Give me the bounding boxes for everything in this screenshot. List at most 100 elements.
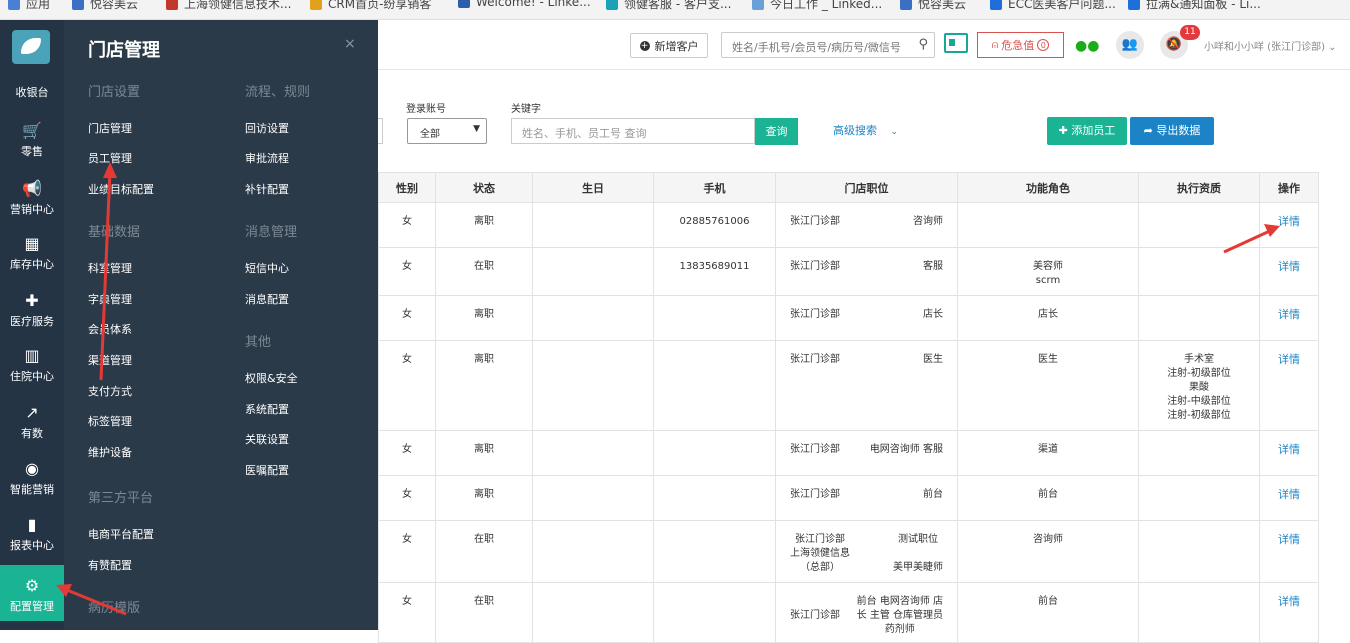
bookmark-item[interactable]: 今日工作 _ Linked... — [752, 0, 882, 12]
details-link[interactable]: 详情 — [1259, 247, 1319, 296]
plus-circle-icon: + — [639, 40, 650, 51]
cell-gender: 女 — [378, 520, 436, 583]
account-select[interactable]: 全部 ▼ — [407, 118, 487, 144]
cell-gender: 女 — [378, 295, 436, 341]
details-link[interactable]: 详情 — [1259, 520, 1319, 583]
bookmark-item[interactable]: Welcome! - Linke... — [458, 0, 591, 9]
rail-item[interactable]: ↗ 有数 — [0, 404, 64, 441]
role-name-line: 医生 — [1038, 354, 1058, 365]
new-customer-button[interactable]: + 新增客户 — [630, 33, 708, 58]
panel-link[interactable]: 短信中心 — [245, 260, 289, 276]
panel-link[interactable]: 有赞配置 — [88, 557, 132, 573]
details-link[interactable]: 详情 — [1259, 202, 1319, 248]
panel-link[interactable]: 审批流程 — [245, 150, 289, 166]
cell-status: 在职 — [435, 582, 533, 643]
app-logo[interactable] — [12, 30, 50, 64]
global-search-input[interactable]: 姓名/手机号/会员号/病历号/微信号 ⚲ — [721, 32, 935, 58]
bookmark-item[interactable]: 悦容美云 — [900, 0, 966, 12]
group-icon[interactable]: 👥 — [1116, 31, 1144, 59]
hidden-filter-stub[interactable] — [378, 118, 383, 144]
cart-icon: 🛒 — [22, 121, 42, 140]
bookmark-item[interactable]: 拉满&通知面板 - Li... — [1128, 0, 1261, 12]
close-icon[interactable]: × — [344, 36, 356, 52]
panel-link[interactable]: 业绩目标配置 — [88, 181, 154, 197]
query-button[interactable]: 查询 — [755, 118, 798, 145]
panel-link[interactable]: 维护设备 — [88, 444, 132, 460]
panel-link[interactable]: 电商平台配置 — [88, 526, 154, 542]
bookmark-item[interactable]: 悦容美云 — [72, 0, 138, 12]
bookmark-icon — [8, 0, 20, 10]
bookmark-item[interactable]: 领健客服 - 客户支... — [606, 0, 731, 12]
rail-item[interactable]: ▮ 报表中心 — [0, 516, 64, 553]
rail-item-label: 住院中心 — [10, 370, 54, 383]
bookmark-item[interactable]: CRM首页-纷享销客 — [310, 0, 431, 12]
role-name-line: scrm — [1035, 275, 1061, 286]
panel-link[interactable]: 门店管理 — [88, 120, 132, 136]
role-name: 咨询师 — [958, 533, 1138, 547]
position-name: 客服 — [923, 260, 943, 274]
cell-qualification — [1138, 202, 1260, 248]
bookmark-item[interactable]: 应用 — [8, 0, 50, 12]
store-name-line: 张江门诊部 — [790, 216, 840, 227]
rail-item[interactable]: ✚ 医疗服务 — [0, 292, 64, 329]
wechat-icon[interactable]: ●● — [1075, 38, 1099, 54]
panel-link[interactable]: 字典管理 — [88, 291, 132, 307]
panel-link[interactable]: 系统配置 — [245, 401, 289, 417]
cell-role — [957, 202, 1139, 248]
panel-link[interactable]: 会员体系 — [88, 321, 132, 337]
panel-link[interactable]: 渠道管理 — [88, 352, 132, 368]
details-link[interactable]: 详情 — [1259, 340, 1319, 431]
store-name-line — [790, 595, 840, 609]
plus-icon: ✚ — [1058, 124, 1072, 137]
panel-link[interactable]: 医嘱配置 — [245, 462, 289, 478]
search-icon[interactable]: ⚲ — [918, 37, 928, 52]
panel-link[interactable]: 科室管理 — [88, 260, 132, 276]
cell-birthday — [532, 202, 654, 248]
panel-link[interactable]: 权限&安全 — [245, 370, 298, 386]
rail-item[interactable]: 🛒 零售 — [0, 122, 64, 159]
filter-bar: 登录账号 全部 ▼ 关键字 姓名、手机、员工号 查询 查询 高级搜索 ⌄ ✚ 添加… — [378, 70, 1350, 170]
critical-value-button[interactable]: ⍝ 危急值 0 — [977, 32, 1064, 58]
cell-birthday — [532, 475, 654, 521]
bookmark-item[interactable]: 上海领健信息技术... — [166, 0, 291, 12]
double-chevron-down-icon: ⌄ — [890, 127, 899, 137]
rail-item[interactable]: ⚙ 配置管理 — [0, 565, 64, 621]
rail-item[interactable]: 📢 营销中心 — [0, 180, 64, 217]
details-link[interactable]: 详情 — [1259, 582, 1319, 643]
bookmark-label: 上海领健信息技术... — [184, 0, 292, 11]
store-name: 张江门诊部 上海领健信息 （总部） — [790, 533, 850, 575]
export-button[interactable]: ➦ 导出数据 — [1130, 117, 1214, 145]
panel-link[interactable]: 消息配置 — [245, 291, 289, 307]
add-employee-button[interactable]: ✚ 添加员工 — [1047, 117, 1127, 145]
advanced-search-link[interactable]: 高级搜索 ⌄ — [833, 122, 898, 138]
details-link[interactable]: 详情 — [1259, 430, 1319, 476]
position-name: 电网咨询师 客服 — [870, 443, 943, 457]
main-nav-rail: 收银台 🛒 零售 📢 营销中心 ▦ 库存中心 ✚ 医疗服务 ▥ 住院中心 ↗ 有数 ◉ 智能营销 ▮ 报表中心 ⚙… — [0, 20, 64, 630]
panel-link[interactable]: 关联设置 — [245, 431, 289, 447]
user-menu[interactable]: 小咩和小小咩 (张江门诊部) ⌄ — [1204, 38, 1337, 53]
medkit-icon: ✚ — [25, 291, 39, 310]
details-link[interactable]: 详情 — [1259, 475, 1319, 521]
panel-link[interactable]: 支付方式 — [88, 383, 132, 399]
rail-item[interactable]: ▦ 库存中心 — [0, 235, 64, 272]
panel-link[interactable]: 补针配置 — [245, 181, 289, 197]
panel-link[interactable]: 回访设置 — [245, 120, 289, 136]
bookmark-item[interactable]: ECC医美客户问题... — [990, 0, 1116, 12]
position-name: 前台 — [923, 488, 943, 502]
rail-item[interactable]: 收银台 — [0, 84, 64, 100]
details-link[interactable]: 详情 — [1259, 295, 1319, 341]
keyword-input[interactable]: 姓名、手机、员工号 查询 — [511, 118, 755, 144]
panel-link[interactable]: 员工管理 — [88, 150, 132, 166]
rail-item[interactable]: ◉ 智能营销 — [0, 460, 64, 497]
store-name: 张江门诊部 — [790, 260, 840, 274]
cell-store-position: 张江门诊部 上海领健信息 （总部） 测试职位 美甲美睫师 — [775, 520, 958, 583]
rail-item[interactable]: ▥ 住院中心 — [0, 347, 64, 384]
rail-item-label: 零售 — [21, 145, 43, 158]
role-name: 店长 — [958, 308, 1138, 322]
role-name: 渠道 — [958, 443, 1138, 457]
bookmark-icon — [1128, 0, 1140, 10]
store-name: 张江门诊部 — [790, 443, 840, 457]
id-card-icon[interactable] — [944, 33, 968, 53]
top-bar: + 新增客户 姓名/手机号/会员号/病历号/微信号 ⚲ ⍝ 危急值 0 ●● 👥 🔕 1… — [378, 20, 1350, 70]
panel-link[interactable]: 标签管理 — [88, 413, 132, 429]
